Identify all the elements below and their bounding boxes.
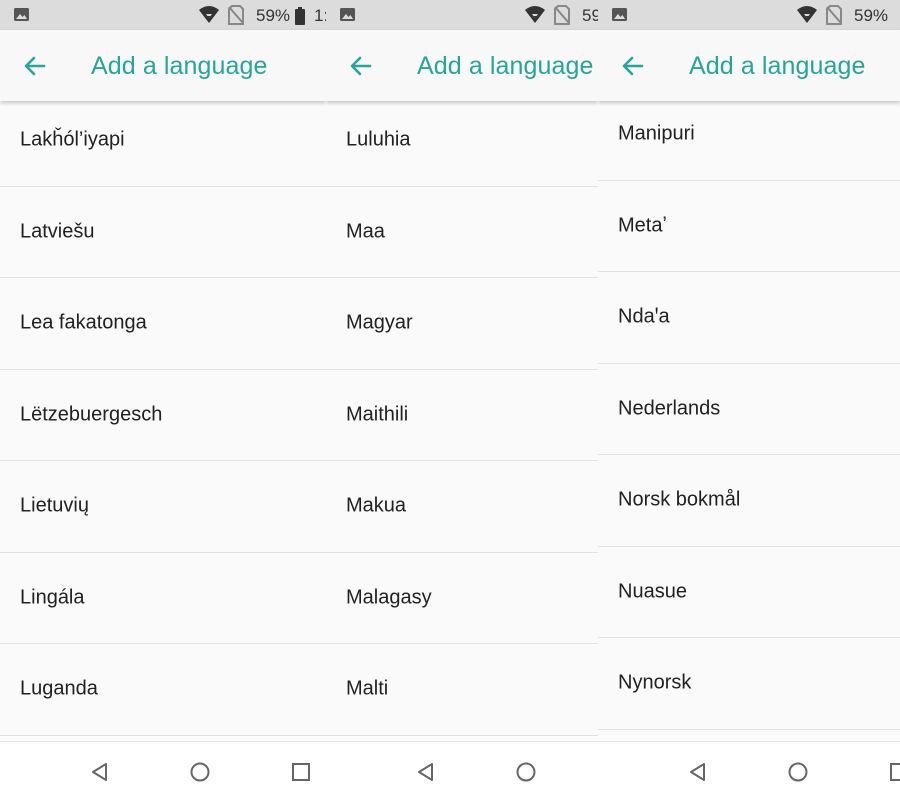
- nav-back-icon[interactable]: [686, 760, 710, 784]
- language-label: Maa: [346, 220, 385, 243]
- no-sim-icon: [826, 5, 842, 25]
- language-item[interactable]: Maa: [326, 187, 598, 278]
- language-label: Lakȟól’iyapi: [20, 128, 125, 151]
- nav-back-icon[interactable]: [414, 760, 438, 784]
- page-title: Add a language: [689, 52, 866, 80]
- language-label: Magyar: [346, 311, 413, 334]
- language-label: Lea fakatonga: [20, 311, 147, 334]
- language-item[interactable]: Manipuri: [598, 89, 900, 181]
- image-notification-icon: [612, 8, 627, 21]
- language-item[interactable]: Ndaꞌa: [598, 272, 900, 364]
- back-arrow-icon[interactable]: [22, 53, 48, 79]
- language-label: Malti: [346, 677, 389, 700]
- language-item[interactable]: Lietuvių: [0, 461, 326, 553]
- battery-percent: 59%: [256, 6, 291, 25]
- status-bar: 59%: [598, 0, 900, 30]
- language-label: Lingála: [20, 586, 85, 609]
- image-notification-icon: [14, 8, 29, 21]
- language-label: Norsk bokmål: [618, 488, 741, 511]
- language-label: Manipuri: [618, 122, 695, 145]
- app-bar: Add a language: [598, 30, 900, 101]
- nav-home-icon[interactable]: [188, 760, 212, 784]
- language-list: Luluhia Maa Magyar Maithili Makua Malaga…: [326, 95, 598, 736]
- navigation-bar: [326, 741, 598, 801]
- battery-icon: [295, 7, 305, 25]
- screen-panel-1: 59% 1: Add a language Lakȟól’iyapi Latvi…: [0, 0, 326, 801]
- screen-panel-2: 59 Add a language Luluhia Maa Magyar Mai…: [326, 0, 598, 801]
- language-label: Ndaꞌa: [618, 305, 670, 328]
- language-item[interactable]: Lëtzebuergesch: [0, 370, 326, 461]
- language-list: Lakȟól’iyapi Latviešu Lea fakatonga Lëtz…: [0, 95, 326, 736]
- language-item[interactable]: Metaʼ: [598, 181, 900, 272]
- language-item[interactable]: Maithili: [326, 370, 598, 461]
- language-item[interactable]: Luluhia: [326, 95, 598, 187]
- language-item[interactable]: Norsk bokmål: [598, 455, 900, 547]
- language-label: Nuasue: [618, 580, 687, 603]
- language-label: Nederlands: [618, 397, 721, 420]
- language-item[interactable]: Nederlands: [598, 364, 900, 455]
- language-item[interactable]: Makua: [326, 461, 598, 553]
- language-item[interactable]: Nuasue: [598, 547, 900, 638]
- no-sim-icon: [554, 5, 570, 25]
- wifi-icon: [797, 6, 817, 23]
- app-bar: Add a language: [326, 30, 598, 101]
- app-bar: Add a language: [0, 30, 326, 101]
- language-label: Luluhia: [346, 128, 411, 151]
- language-item[interactable]: Luganda: [0, 644, 326, 736]
- language-label: Latviešu: [20, 220, 95, 243]
- screen-panel-3: 59% Add a language Manipuri Metaʼ Ndaꞌa …: [598, 0, 900, 801]
- nav-home-icon[interactable]: [786, 760, 810, 784]
- language-item[interactable]: Lingála: [0, 553, 326, 644]
- language-item[interactable]: Malagasy: [326, 553, 598, 644]
- battery-percent: 59: [582, 6, 598, 25]
- battery-percent: 59%: [854, 6, 889, 25]
- back-arrow-icon[interactable]: [620, 53, 646, 79]
- clock: 1:: [314, 6, 326, 25]
- wifi-icon: [525, 6, 545, 23]
- no-sim-icon: [228, 5, 244, 25]
- language-item[interactable]: Lakȟól’iyapi: [0, 95, 326, 187]
- language-label: Lëtzebuergesch: [20, 403, 163, 426]
- language-list: Manipuri Metaʼ Ndaꞌa Nederlands Norsk bo…: [598, 89, 900, 730]
- language-item[interactable]: Nynorsk: [598, 638, 900, 730]
- language-label: Metaʼ: [618, 214, 667, 237]
- language-item[interactable]: Latviešu: [0, 187, 326, 278]
- language-item[interactable]: Lea fakatonga: [0, 278, 326, 370]
- navigation-bar: [598, 741, 900, 801]
- status-bar: 59% 1:: [0, 0, 326, 30]
- language-item[interactable]: Malti: [326, 644, 598, 736]
- language-label: Lietuvių: [20, 494, 89, 517]
- nav-recents-icon[interactable]: [289, 760, 313, 784]
- wifi-icon: [199, 6, 219, 23]
- language-item[interactable]: Magyar: [326, 278, 598, 370]
- language-label: Makua: [346, 494, 407, 517]
- page-title: Add a language: [417, 52, 594, 80]
- status-bar: 59: [326, 0, 598, 30]
- page-title: Add a language: [91, 52, 268, 80]
- nav-back-icon[interactable]: [88, 760, 112, 784]
- navigation-bar: [0, 741, 326, 801]
- language-label: Malagasy: [346, 586, 432, 609]
- language-label: Nynorsk: [618, 671, 692, 694]
- language-label: Luganda: [20, 677, 98, 700]
- image-notification-icon: [340, 8, 355, 21]
- back-arrow-icon[interactable]: [348, 53, 374, 79]
- language-label: Maithili: [346, 403, 409, 426]
- nav-recents-icon[interactable]: [887, 760, 900, 784]
- nav-home-icon[interactable]: [514, 760, 538, 784]
